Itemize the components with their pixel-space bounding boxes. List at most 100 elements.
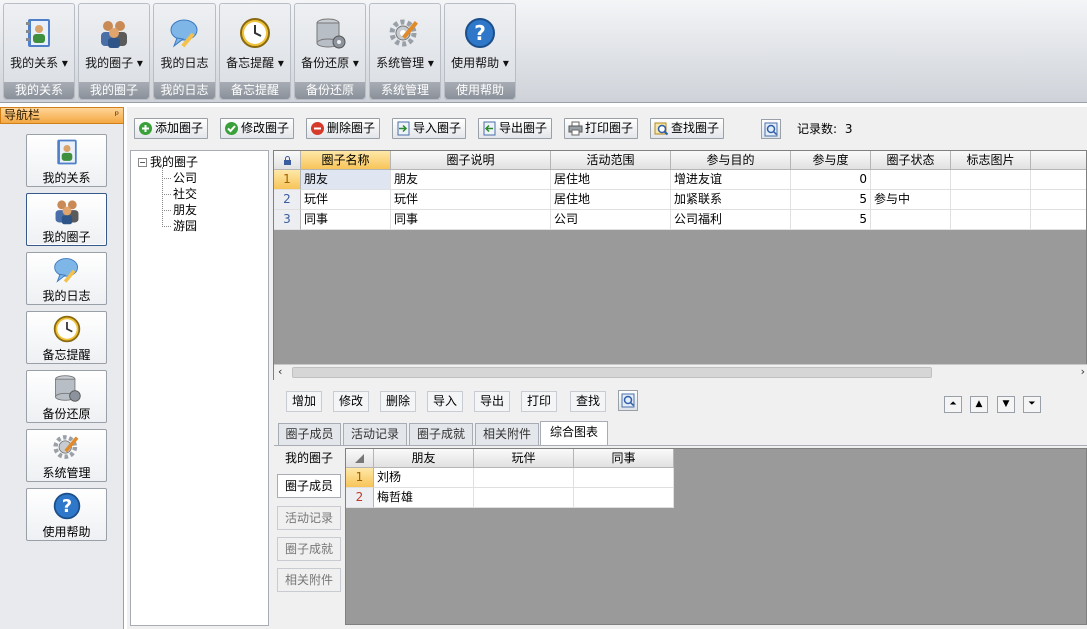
table-cell[interactable] (474, 468, 574, 488)
tab-achievements[interactable]: 圈子成就 (409, 423, 473, 445)
vtab-achievements[interactable]: 圈子成就 (277, 537, 341, 561)
column-header[interactable]: 玩伴 (474, 449, 574, 468)
table-cell[interactable]: 0 (791, 170, 871, 190)
circles-button[interactable]: 我的圈子 ▾ (79, 4, 149, 84)
vtab-attachments[interactable]: 相关附件 (277, 568, 341, 592)
find-preview-button[interactable] (618, 390, 638, 411)
table-cell[interactable] (951, 170, 1031, 190)
scroll-right-icon[interactable]: › (1081, 365, 1085, 378)
nav-item-reminder[interactable]: 备忘提醒 (26, 311, 107, 364)
table-cell[interactable] (574, 488, 674, 508)
table-cell[interactable] (951, 210, 1031, 230)
column-header[interactable]: 参与度 (791, 151, 871, 170)
tab-members[interactable]: 圈子成员 (278, 423, 341, 445)
table-cell[interactable]: 参与中 (871, 190, 951, 210)
vtab-my-circles[interactable]: 我的圈子 (277, 447, 341, 471)
column-header[interactable]: 同事 (574, 449, 674, 468)
move-first-button[interactable]: ⏶ (944, 396, 962, 413)
reminder-button[interactable]: 备忘提醒 ▾ (220, 4, 290, 84)
export-member-button[interactable]: 导出 (474, 391, 510, 412)
tree-node[interactable]: 游园 (162, 217, 197, 234)
column-header[interactable]: 圈子状态 (871, 151, 951, 170)
table-cell[interactable]: 梅哲雄 (374, 488, 474, 508)
table-cell[interactable]: 玩伴 (301, 190, 391, 210)
table-cell[interactable]: 居住地 (551, 190, 671, 210)
delete-member-button[interactable]: 删除 (380, 391, 416, 412)
table-cell[interactable]: 5 (791, 210, 871, 230)
tab-attachments[interactable]: 相关附件 (475, 423, 539, 445)
tree-node[interactable]: 社交 (162, 185, 197, 202)
tab-activities[interactable]: 活动记录 (343, 423, 407, 445)
find-preview-button[interactable] (761, 119, 781, 139)
table-cell[interactable] (574, 468, 674, 488)
nav-item-system[interactable]: 系统管理 (26, 429, 107, 482)
edit-member-button[interactable]: 修改 (333, 391, 369, 412)
vtab-activities[interactable]: 活动记录 (277, 506, 341, 530)
scrollbar-thumb[interactable] (292, 367, 932, 378)
nav-item-backup[interactable]: 备份还原 (26, 370, 107, 423)
row-number[interactable]: 2 (346, 488, 374, 508)
table-cell[interactable] (871, 210, 951, 230)
delete-circle-button[interactable]: 删除圈子 (306, 118, 381, 139)
row-number[interactable]: 3 (274, 210, 301, 230)
tab-summary-chart[interactable]: 综合图表 (540, 421, 608, 446)
relations-button[interactable]: 我的关系 ▾ (4, 4, 74, 84)
tree-node[interactable]: 朋友 (162, 201, 197, 218)
add-circle-button[interactable]: 添加圈子 (134, 118, 209, 139)
edit-circle-button[interactable]: 修改圈子 (220, 118, 295, 139)
export-circle-button[interactable]: 导出圈子 (478, 118, 553, 139)
move-up-button[interactable]: ▲ (970, 396, 988, 413)
search-circle-button[interactable]: 查找圈子 (650, 118, 725, 139)
table-cell[interactable]: 同事 (391, 210, 551, 230)
nav-item-diary[interactable]: 我的日志 (26, 252, 107, 305)
column-header[interactable]: 朋友 (374, 449, 474, 468)
column-header[interactable]: 标志图片 (951, 151, 1031, 170)
row-header-corner[interactable] (274, 151, 301, 170)
pin-icon[interactable]: ᵖ (115, 108, 119, 123)
move-down-button[interactable]: ▼ (997, 396, 1015, 413)
table-cell[interactable]: 刘杨 (374, 468, 474, 488)
import-circle-button[interactable]: 导入圈子 (392, 118, 467, 139)
table-cell[interactable] (871, 170, 951, 190)
group-caption: 备份还原 (295, 82, 365, 99)
collapse-icon[interactable]: − (138, 158, 147, 167)
row-header-corner[interactable] (346, 449, 374, 468)
table-cell[interactable]: 公司 (551, 210, 671, 230)
row-number[interactable]: 2 (274, 190, 301, 210)
backup-button[interactable]: 备份还原 ▾ (295, 4, 365, 84)
table-cell[interactable] (951, 190, 1031, 210)
scroll-left-icon[interactable]: ‹ (278, 365, 282, 378)
nav-item-help[interactable]: ? 使用帮助 (26, 488, 107, 541)
nav-item-relations[interactable]: 我的关系 (26, 134, 107, 187)
import-member-button[interactable]: 导入 (427, 391, 463, 412)
table-cell[interactable]: 加紧联系 (671, 190, 791, 210)
vtab-members[interactable]: 圈子成员 (277, 474, 341, 498)
table-cell[interactable]: 公司福利 (671, 210, 791, 230)
table-cell[interactable]: 5 (791, 190, 871, 210)
table-cell[interactable]: 玩伴 (391, 190, 551, 210)
move-last-button[interactable]: ⏷ (1023, 396, 1041, 413)
search-member-button[interactable]: 查找 (570, 391, 606, 412)
table-cell[interactable]: 同事 (301, 210, 391, 230)
tree-node-root[interactable]: − 我的圈子 (138, 153, 198, 170)
add-member-button[interactable]: 增加 (286, 391, 322, 412)
column-header[interactable]: 活动范围 (551, 151, 671, 170)
column-header[interactable]: 圈子名称 (301, 151, 391, 170)
table-cell[interactable] (474, 488, 574, 508)
column-header[interactable]: 参与目的 (671, 151, 791, 170)
column-header[interactable]: 圈子说明 (391, 151, 551, 170)
help-button[interactable]: ? 使用帮助 ▾ (445, 4, 515, 84)
nav-item-circles[interactable]: 我的圈子 (26, 193, 107, 246)
table-cell[interactable]: 朋友 (391, 170, 551, 190)
table-cell[interactable]: 增进友谊 (671, 170, 791, 190)
print-member-button[interactable]: 打印 (521, 391, 557, 412)
print-circle-button[interactable]: 打印圈子 (564, 118, 639, 139)
diary-button[interactable]: 我的日志 (154, 4, 215, 84)
row-number[interactable]: 1 (274, 170, 301, 190)
table-cell[interactable]: 朋友 (301, 170, 391, 190)
horizontal-scrollbar[interactable]: ‹ › (274, 364, 1087, 380)
system-button[interactable]: 系统管理 ▾ (370, 4, 440, 84)
row-number[interactable]: 1 (346, 468, 374, 488)
table-cell[interactable]: 居住地 (551, 170, 671, 190)
tree-node[interactable]: 公司 (162, 169, 197, 186)
